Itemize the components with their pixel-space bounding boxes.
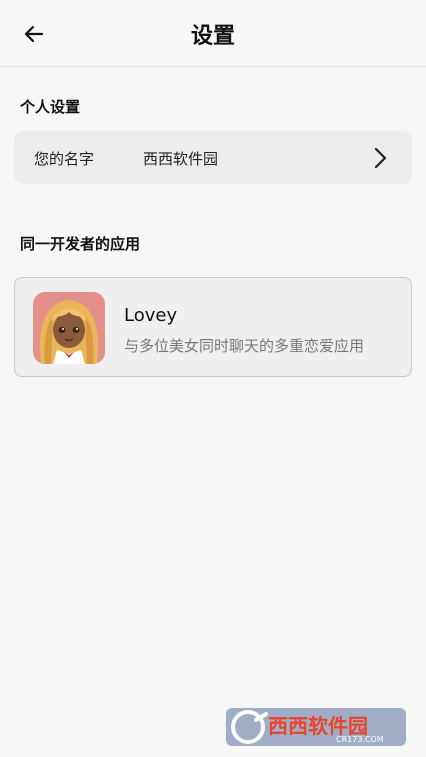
watermark-logo: 西西软件园 CR173.COM [226, 706, 406, 748]
chevron-right-icon [374, 147, 387, 169]
name-value: 西西软件园 [143, 150, 219, 168]
app-name: Lovey [124, 305, 178, 326]
name-setting-row[interactable]: 您的名字 西西软件园 [14, 131, 412, 184]
anime-girl-avatar-icon [33, 292, 105, 364]
app-description: 与多位美女同时聊天的多重恋爱应用 [124, 337, 365, 355]
app-card-lovey[interactable]: Lovey 与多位美女同时聊天的多重恋爱应用 [14, 277, 412, 377]
name-label: 您的名字 [34, 150, 95, 168]
same-developer-apps-heading: 同一开发者的应用 [20, 235, 141, 253]
top-app-bar: 设置 [0, 0, 426, 67]
personal-settings-heading: 个人设置 [20, 98, 81, 116]
watermark-domain: CR173.COM [336, 735, 384, 744]
page-title: 设置 [190, 24, 235, 49]
